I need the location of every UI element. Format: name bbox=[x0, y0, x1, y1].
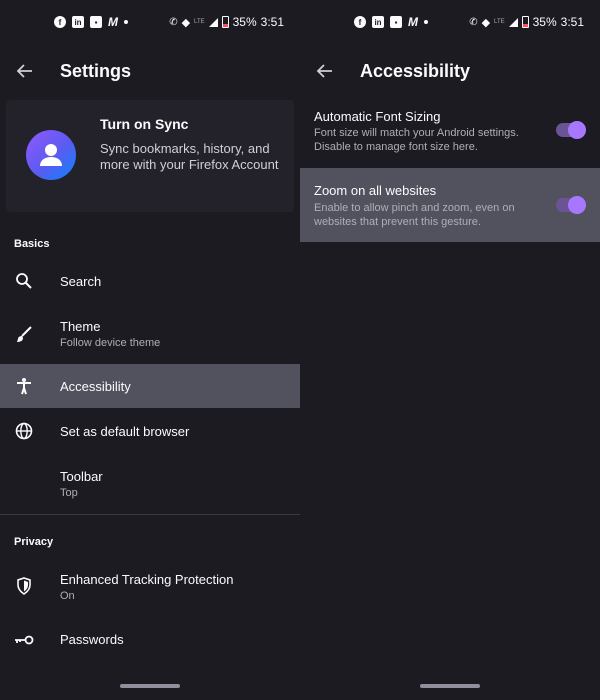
key-icon bbox=[14, 630, 34, 650]
clock: 3:51 bbox=[560, 15, 584, 29]
page-title: Settings bbox=[60, 60, 132, 81]
settings-item-label: Theme bbox=[60, 319, 101, 334]
avatar-icon bbox=[26, 130, 76, 180]
app-bar: Accessibility bbox=[300, 44, 600, 98]
battery-icon bbox=[221, 16, 229, 28]
signal-icon bbox=[508, 17, 518, 27]
settings-item-sub: Follow device theme bbox=[60, 337, 161, 349]
call-lte-icon: ✆ bbox=[169, 16, 178, 28]
pref-title: Zoom on all websites bbox=[314, 183, 437, 198]
pref-zoom-all-websites[interactable]: Zoom on all websites Enable to allow pin… bbox=[300, 168, 600, 242]
font-sizing-toggle[interactable] bbox=[556, 121, 586, 139]
back-arrow-icon[interactable] bbox=[312, 58, 338, 84]
shield-icon bbox=[14, 576, 34, 596]
gesture-nav-bar[interactable] bbox=[120, 684, 180, 688]
sync-title: Turn on Sync bbox=[100, 116, 189, 132]
settings-item-label: Toolbar bbox=[60, 469, 103, 484]
network-label: LTE bbox=[194, 19, 205, 25]
linkedin-icon: in bbox=[72, 16, 84, 28]
news-icon: ▪ bbox=[390, 16, 402, 28]
notification-dot-icon bbox=[424, 20, 428, 24]
notification-dot-icon bbox=[124, 20, 128, 24]
gesture-nav-bar[interactable] bbox=[420, 684, 480, 688]
toggle-thumb bbox=[568, 121, 586, 139]
battery-percent: 35% bbox=[232, 15, 257, 29]
wifi-icon: ◆ bbox=[481, 16, 491, 29]
section-privacy: Privacy bbox=[14, 536, 54, 548]
accessibility-icon bbox=[14, 376, 34, 396]
accessibility-screen: f in ▪ M ✆ ◆ LTE 35% 3:51 Accessibility bbox=[300, 0, 600, 700]
back-arrow-icon[interactable] bbox=[12, 58, 38, 84]
settings-item-label: Enhanced Tracking Protection bbox=[60, 572, 234, 587]
settings-item-toolbar[interactable]: Toolbar Top bbox=[0, 456, 300, 512]
settings-item-sub: Top bbox=[60, 487, 78, 499]
linkedin-icon: in bbox=[372, 16, 384, 28]
globe-icon bbox=[14, 421, 34, 441]
settings-item-default-browser[interactable]: Set as default browser bbox=[0, 410, 300, 454]
battery-icon bbox=[521, 16, 529, 28]
status-bar: f in ▪ M ✆ ◆ LTE 35% 3:51 bbox=[300, 0, 600, 44]
settings-item-accessibility[interactable]: Accessibility bbox=[0, 364, 300, 408]
divider bbox=[0, 514, 300, 515]
toggle-thumb bbox=[568, 196, 586, 214]
battery-percent: 35% bbox=[532, 15, 557, 29]
settings-item-passwords[interactable]: Passwords bbox=[0, 618, 300, 662]
search-icon bbox=[14, 271, 34, 291]
sync-description: Sync bookmarks, history, and more with y… bbox=[100, 141, 279, 172]
clock: 3:51 bbox=[260, 15, 284, 29]
signal-icon bbox=[208, 17, 218, 27]
brush-icon bbox=[14, 324, 34, 344]
app-bar: Settings bbox=[0, 44, 300, 98]
app-m-icon: M bbox=[108, 15, 118, 29]
settings-screen: f in ▪ M ✆ ◆ LTE 35% 3:51 Settings Turn … bbox=[0, 0, 300, 700]
settings-item-label: Search bbox=[60, 274, 102, 289]
wifi-icon: ◆ bbox=[181, 16, 191, 29]
pref-automatic-font-sizing[interactable]: Automatic Font Sizing Font size will mat… bbox=[300, 98, 600, 166]
settings-item-label: Set as default browser bbox=[60, 424, 190, 439]
settings-item-label: Passwords bbox=[60, 632, 124, 647]
call-lte-icon: ✆ bbox=[469, 16, 478, 28]
settings-item-search[interactable]: Search bbox=[0, 258, 300, 304]
section-basics: Basics bbox=[14, 238, 50, 250]
status-bar: f in ▪ M ✆ ◆ LTE 35% 3:51 bbox=[0, 0, 300, 44]
facebook-icon: f bbox=[354, 16, 366, 28]
facebook-icon: f bbox=[54, 16, 66, 28]
zoom-toggle[interactable] bbox=[556, 196, 586, 214]
pref-description: Enable to allow pinch and zoom, even on … bbox=[314, 202, 515, 228]
app-m-icon: M bbox=[408, 15, 418, 29]
settings-item-label: Accessibility bbox=[60, 379, 131, 394]
settings-item-sub: On bbox=[60, 590, 75, 602]
sync-card[interactable]: Turn on Sync Sync bookmarks, history, an… bbox=[6, 100, 294, 212]
settings-item-theme[interactable]: Theme Follow device theme bbox=[0, 306, 300, 362]
news-icon: ▪ bbox=[90, 16, 102, 28]
network-label: LTE bbox=[494, 19, 505, 25]
settings-item-tracking-protection[interactable]: Enhanced Tracking Protection On bbox=[0, 558, 300, 614]
pref-description: Font size will match your Android settin… bbox=[314, 127, 519, 153]
pref-title: Automatic Font Sizing bbox=[314, 109, 441, 124]
page-title: Accessibility bbox=[360, 60, 471, 81]
